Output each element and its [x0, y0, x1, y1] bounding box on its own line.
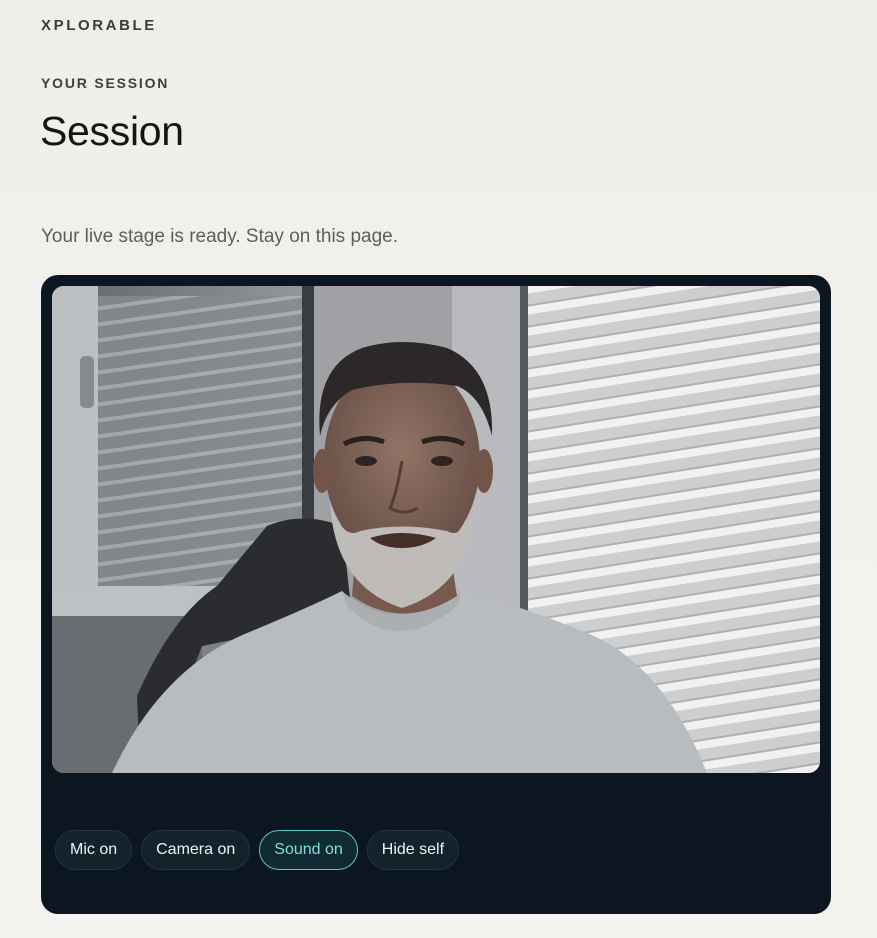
page-title: Session: [40, 108, 184, 154]
live-stage: Mic on Camera on Sound on Hide self: [41, 275, 831, 914]
mic-toggle-button[interactable]: Mic on: [55, 830, 133, 870]
video-frame: [52, 286, 820, 773]
section-eyebrow: YOUR SESSION: [41, 75, 170, 91]
call-controls: Mic on Camera on Sound on Hide self: [55, 830, 460, 870]
stage-description: Your live stage is ready. Stay on this p…: [41, 226, 398, 247]
camera-toggle-button[interactable]: Camera on: [141, 830, 251, 870]
brand-logo[interactable]: XPLORABLE: [41, 17, 157, 34]
self-video-feed: [52, 286, 820, 773]
sound-toggle-button[interactable]: Sound on: [259, 830, 358, 870]
hide-self-button[interactable]: Hide self: [366, 830, 460, 870]
